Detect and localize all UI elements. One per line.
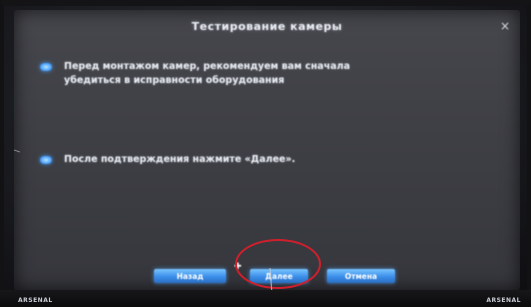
- bezel-brand-right: ARSENAL: [486, 297, 521, 304]
- next-button[interactable]: Далее: [250, 269, 308, 283]
- dialog-button-bar: Назад Далее Отмена: [14, 265, 520, 287]
- message-row-2: После подтверждения нажмите «Далее».: [40, 153, 384, 167]
- bezel-brand-left: ARSENAL: [18, 297, 53, 304]
- camera-test-dialog: Тестирование камеры × Перед монтажом кам…: [14, 10, 520, 290]
- message-text-2: После подтверждения нажмите «Далее».: [64, 154, 296, 165]
- info-bullet-icon: [40, 63, 52, 71]
- message-text-1: Перед монтажом камер, рекомендуем вам сн…: [64, 61, 350, 86]
- info-bullet-icon: [40, 156, 52, 164]
- message-row-1: Перед монтажом камер, рекомендуем вам сн…: [40, 60, 364, 88]
- back-button[interactable]: Назад: [154, 269, 226, 283]
- cancel-button[interactable]: Отмена: [327, 269, 395, 283]
- dialog-title: Тестирование камеры: [191, 19, 343, 33]
- dialog-titlebar: Тестирование камеры ×: [14, 10, 520, 42]
- photo-scene: Тестирование камеры × Перед монтажом кам…: [0, 0, 531, 307]
- monitor-bezel: ARSENAL ARSENAL: [0, 290, 531, 307]
- mouse-cursor-icon: ✚: [234, 262, 242, 272]
- close-icon[interactable]: ×: [500, 19, 510, 33]
